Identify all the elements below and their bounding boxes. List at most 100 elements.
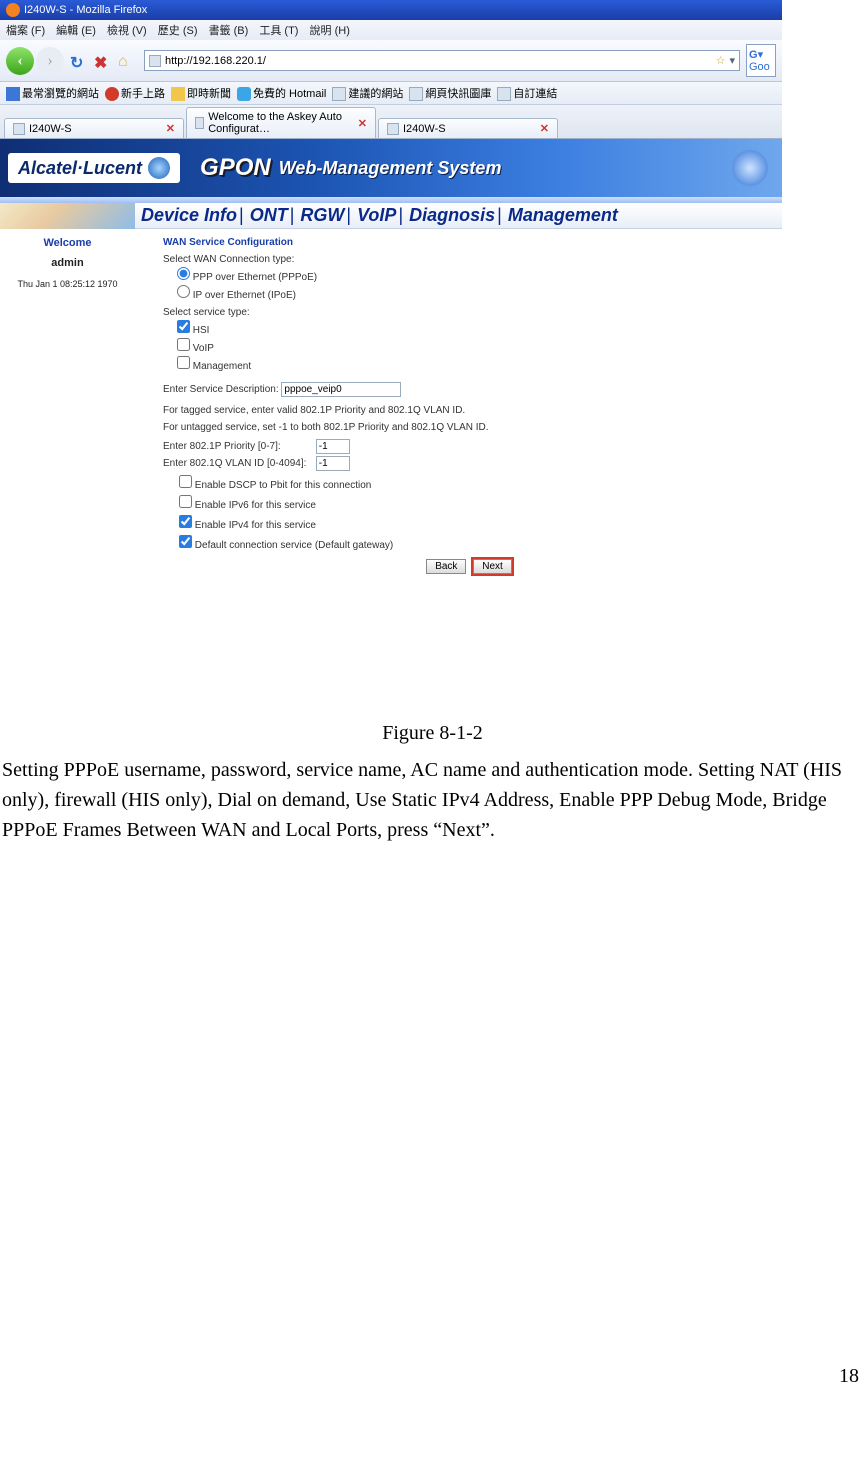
tab-2[interactable]: Welcome to the Askey Auto Configurat… ✕: [186, 107, 376, 138]
sidebar-image: [0, 203, 135, 229]
user-label: admin: [0, 257, 135, 269]
url-text: http://192.168.220.1/: [165, 55, 266, 67]
checkbox-mgmt[interactable]: [177, 356, 190, 369]
menu-tools[interactable]: 工具 (T): [259, 25, 298, 37]
date-label: Thu Jan 1 08:25:12 1970: [0, 279, 135, 289]
page-number: 18: [0, 1365, 865, 1388]
dropdown-icon[interactable]: ▾: [729, 54, 735, 67]
close-icon[interactable]: ✕: [540, 122, 549, 135]
search-placeholder: Goo: [749, 61, 770, 73]
nav-tabs: Device Info| ONT| RGW| VoIP| Diagnosis| …: [135, 203, 782, 229]
tab-ont[interactable]: ONT: [250, 205, 288, 225]
bookmark-news[interactable]: 即時新聞: [171, 85, 231, 101]
checkbox-ipv6[interactable]: [179, 495, 192, 508]
bookmark-getting-started[interactable]: 新手上路: [105, 85, 165, 101]
menu-history[interactable]: 歷史 (S): [158, 25, 198, 37]
tab-label: I240W-S: [403, 123, 534, 135]
conn-type-label: Select WAN Connection type:: [163, 254, 775, 265]
welcome-label: Welcome: [0, 237, 135, 249]
vlan-input[interactable]: [316, 456, 350, 471]
nav-toolbar: ‹ › ↻ ✖ ⌂ http://192.168.220.1/ ☆ ▾ G▾ G…: [0, 40, 782, 82]
checkbox-dscp[interactable]: [179, 475, 192, 488]
bookmark-star-icon[interactable]: ☆: [716, 54, 726, 67]
tab-strip: I240W-S ✕ Welcome to the Askey Auto Conf…: [0, 105, 782, 139]
bookmark-hotmail[interactable]: 免費的 Hotmail: [237, 85, 326, 101]
tab-label: I240W-S: [29, 123, 160, 135]
bookmark-mostvisited[interactable]: 最常瀏覽的網站: [6, 85, 99, 101]
sidebar: Welcome admin Thu Jan 1 08:25:12 1970: [0, 203, 135, 704]
brand-orb-icon: [148, 157, 170, 179]
checkbox-ipv4[interactable]: [179, 515, 192, 528]
radio-pppoe-label: PPP over Ethernet (PPPoE): [193, 272, 317, 283]
checkbox-voip[interactable]: [177, 338, 190, 351]
menu-view[interactable]: 檢視 (V): [107, 25, 147, 37]
menu-edit[interactable]: 編輯 (E): [56, 25, 96, 37]
forward-button[interactable]: ›: [36, 47, 64, 75]
home-icon[interactable]: ⌂: [118, 53, 134, 69]
prio-label: Enter 802.1P Priority [0-7]:: [163, 441, 313, 452]
checkbox-default-gw[interactable]: [179, 535, 192, 548]
search-input[interactable]: G▾ Goo: [746, 44, 776, 77]
gpon-title: GPON: [200, 154, 271, 182]
checkbox-mgmt-label: Management: [193, 361, 251, 372]
checkbox-ipv6-label: Enable IPv6 for this service: [195, 500, 316, 511]
prio-input[interactable]: [316, 439, 350, 454]
checkbox-hsi-label: HSI: [193, 325, 210, 336]
menu-bookmarks[interactable]: 書籤 (B): [209, 25, 249, 37]
radio-ipoe[interactable]: [177, 285, 190, 298]
hint-untagged: For untagged service, set -1 to both 802…: [163, 422, 775, 433]
banner-subtitle: Web-Management System: [279, 158, 502, 179]
tab-3[interactable]: I240W-S ✕: [378, 118, 558, 138]
bookmarks-toolbar: 最常瀏覽的網站 新手上路 即時新聞 免費的 Hotmail 建議的網站 網頁快訊…: [0, 82, 782, 105]
page-banner: Alcatel·Lucent GPON Web-Management Syste…: [0, 139, 782, 197]
checkbox-default-gw-label: Default connection service (Default gate…: [195, 540, 393, 551]
desc-input[interactable]: [281, 382, 401, 397]
reload-icon[interactable]: ↻: [70, 53, 86, 69]
back-button[interactable]: Back: [426, 559, 466, 574]
brand-logo: Alcatel·Lucent: [8, 153, 180, 183]
bookmark-suggested[interactable]: 建議的網站: [332, 85, 403, 101]
radio-pppoe[interactable]: [177, 267, 190, 280]
tab-label: Welcome to the Askey Auto Configurat…: [208, 111, 352, 135]
stop-icon[interactable]: ✖: [94, 53, 110, 69]
svc-type-label: Select service type:: [163, 307, 775, 318]
wan-config-form: WAN Service Configuration Select WAN Con…: [135, 229, 775, 704]
close-icon[interactable]: ✕: [166, 122, 175, 135]
page-body: Welcome admin Thu Jan 1 08:25:12 1970 De…: [0, 203, 782, 704]
content-area: Device Info| ONT| RGW| VoIP| Diagnosis| …: [135, 203, 782, 704]
close-icon[interactable]: ✕: [358, 117, 367, 130]
page-icon: [149, 55, 161, 67]
page-icon: [387, 123, 399, 135]
tab-device-info[interactable]: Device Info: [141, 205, 237, 225]
checkbox-hsi[interactable]: [177, 320, 190, 333]
body-paragraph: Setting PPPoE username, password, servic…: [0, 755, 865, 845]
window-title: I240W-S - Mozilla Firefox: [24, 4, 147, 16]
tab-1[interactable]: I240W-S ✕: [4, 118, 184, 138]
firefox-icon: [6, 3, 20, 17]
page-icon: [13, 123, 25, 135]
menu-file[interactable]: 檔案 (F): [6, 25, 45, 37]
button-row: Back Next: [163, 559, 775, 574]
next-button[interactable]: Next: [473, 559, 512, 574]
desc-label: Enter Service Description:: [163, 384, 279, 395]
radio-ipoe-label: IP over Ethernet (IPoE): [193, 290, 296, 301]
checkbox-voip-label: VoIP: [193, 343, 214, 354]
tab-voip[interactable]: VoIP: [357, 205, 396, 225]
menubar[interactable]: 檔案 (F) 編輯 (E) 檢視 (V) 歷史 (S) 書籤 (B) 工具 (T…: [0, 20, 782, 40]
bookmark-custom[interactable]: 自訂連結: [497, 85, 557, 101]
page-icon: [195, 117, 204, 129]
hint-tagged: For tagged service, enter valid 802.1P P…: [163, 405, 775, 416]
tab-management[interactable]: Management: [508, 205, 618, 225]
window-titlebar: I240W-S - Mozilla Firefox: [0, 0, 782, 20]
vlan-label: Enter 802.1Q VLAN ID [0-4094]:: [163, 458, 313, 469]
back-button[interactable]: ‹: [6, 47, 34, 75]
menu-help[interactable]: 說明 (H): [310, 25, 350, 37]
checkbox-dscp-label: Enable DSCP to Pbit for this connection: [195, 480, 372, 491]
checkbox-ipv4-label: Enable IPv4 for this service: [195, 520, 316, 531]
tab-rgw[interactable]: RGW: [300, 205, 344, 225]
bookmark-webslice[interactable]: 網頁快訊圖庫: [409, 85, 491, 101]
tab-diagnosis[interactable]: Diagnosis: [409, 205, 495, 225]
screenshot-container: I240W-S - Mozilla Firefox 檔案 (F) 編輯 (E) …: [0, 0, 782, 704]
figure-caption: Figure 8-1-2: [0, 722, 865, 745]
url-input[interactable]: http://192.168.220.1/ ☆ ▾: [144, 50, 740, 71]
